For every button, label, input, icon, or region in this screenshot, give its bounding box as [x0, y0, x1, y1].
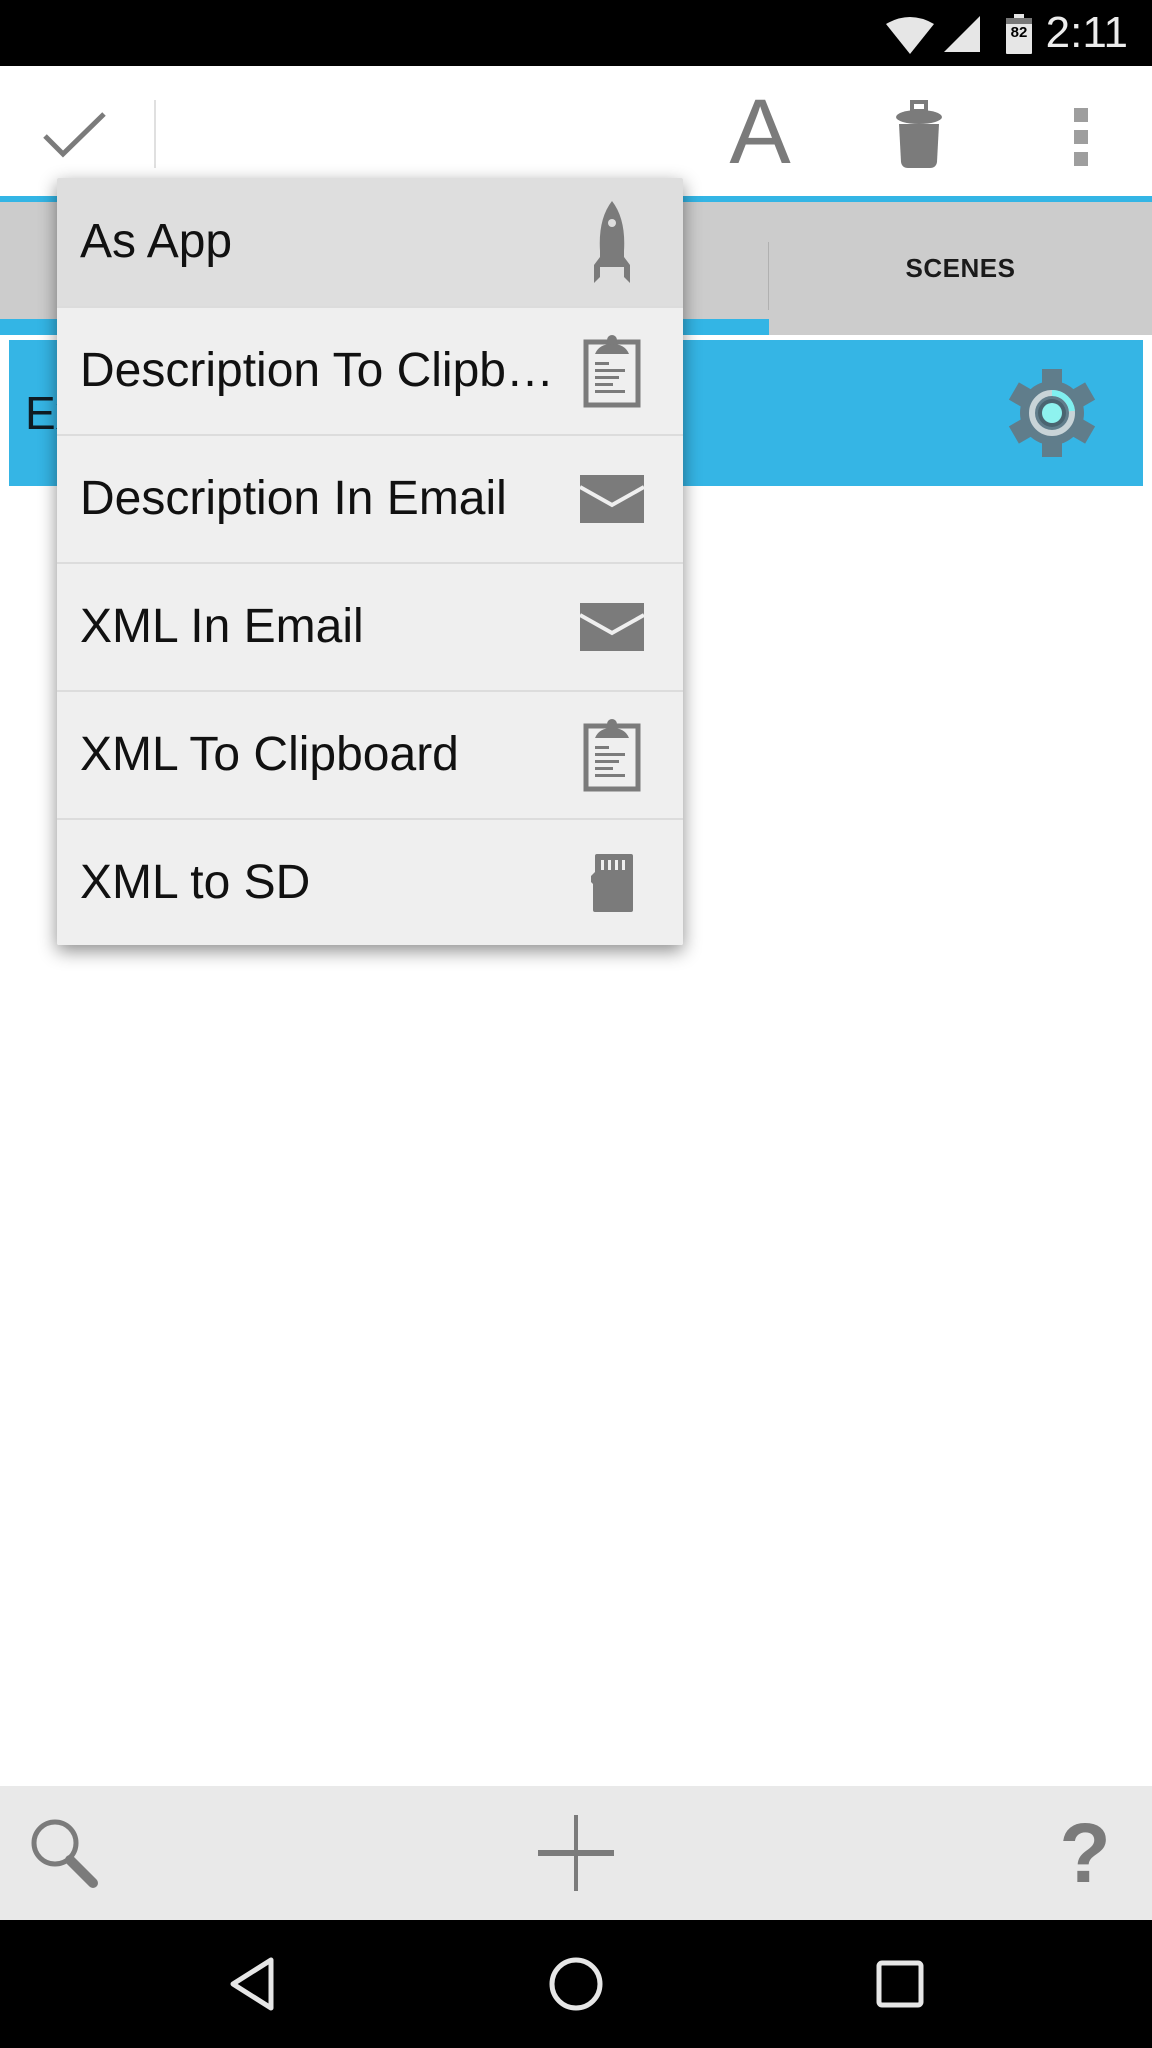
overflow-menu-button[interactable]	[1046, 86, 1116, 186]
email-icon	[577, 582, 647, 672]
menu-item-description-to-clipboard[interactable]: Description To Clipb…	[57, 306, 683, 434]
letter-a-icon: A	[729, 81, 791, 183]
more-vert-icon	[1074, 108, 1088, 166]
clipboard-icon	[577, 326, 647, 416]
menu-item-label: Description To Clipb…	[80, 344, 554, 397]
add-button[interactable]	[516, 1786, 636, 1920]
menu-item-description-in-email[interactable]: Description In Email	[57, 434, 683, 562]
action-toolbar: A	[0, 66, 1152, 196]
tab-scenes[interactable]: SCENES	[769, 202, 1152, 335]
gear-icon[interactable]	[1004, 365, 1100, 461]
system-nav-bar	[0, 1920, 1152, 2048]
menu-item-label: As App	[80, 215, 233, 268]
status-bar: 82 2:11	[0, 0, 1152, 66]
menu-item-label: XML In Email	[80, 600, 364, 653]
status-time: 2:11	[1045, 8, 1128, 57]
bottom-action-bar: ?	[0, 1786, 1152, 1920]
menu-item-label: Description In Email	[80, 472, 507, 525]
rocket-icon	[577, 197, 647, 287]
checkmark-icon	[43, 112, 106, 158]
email-icon	[577, 454, 647, 544]
search-icon	[31, 1819, 98, 1888]
menu-item-label: XML to SD	[80, 855, 311, 909]
toolbar-divider	[154, 100, 156, 168]
battery-icon: 82	[1006, 14, 1032, 54]
sd-card-icon	[577, 838, 647, 928]
recents-icon	[876, 1960, 924, 2008]
help-icon: ?	[1059, 1806, 1111, 1900]
menu-item-xml-to-sd[interactable]: XML to SD	[57, 818, 683, 945]
plus-icon	[538, 1815, 614, 1891]
help-button[interactable]: ?	[1030, 1786, 1140, 1920]
delete-button[interactable]	[868, 86, 968, 186]
nav-recents-button[interactable]	[840, 1920, 960, 2048]
menu-item-as-app[interactable]: As App	[57, 178, 683, 306]
nav-back-button[interactable]	[193, 1920, 313, 2048]
menu-item-xml-to-clipboard[interactable]: XML To Clipboard	[57, 690, 683, 818]
home-icon	[549, 1957, 603, 2011]
menu-item-label: XML To Clipboard	[80, 728, 459, 781]
cell-signal-icon	[944, 16, 980, 52]
menu-item-xml-in-email[interactable]: XML In Email	[57, 562, 683, 690]
export-menu: As App Description To Clipb… Description…	[57, 178, 683, 945]
nav-home-button[interactable]	[516, 1920, 636, 2048]
search-button[interactable]	[10, 1786, 120, 1920]
battery-level: 82	[1010, 24, 1028, 41]
tab-scenes-label: SCENES	[905, 253, 1016, 283]
back-icon	[230, 1957, 274, 2011]
trash-icon	[896, 100, 942, 168]
text-format-button[interactable]: A	[712, 82, 808, 182]
clipboard-icon	[577, 710, 647, 800]
wifi-icon	[886, 17, 934, 54]
done-button[interactable]	[22, 86, 122, 176]
